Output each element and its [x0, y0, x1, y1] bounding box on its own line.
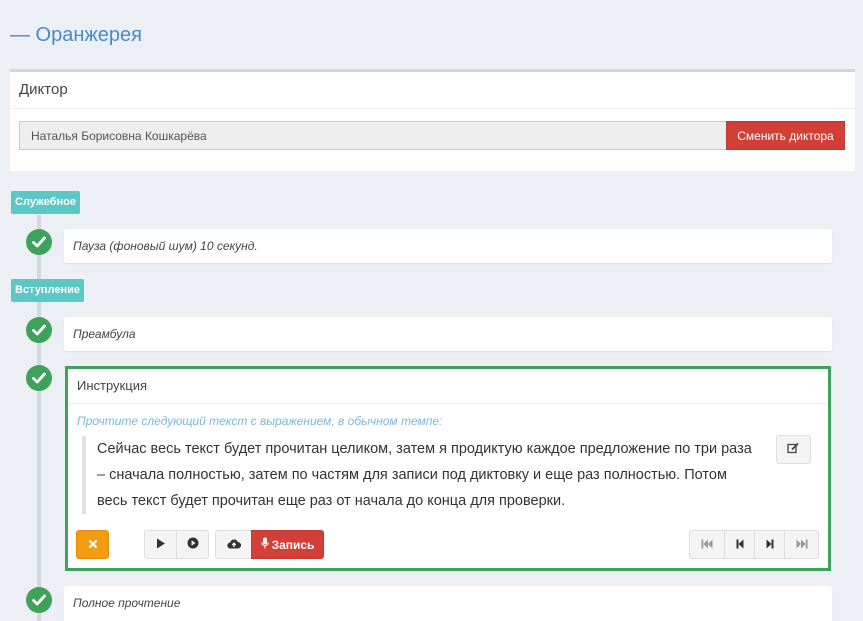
section-label-intro: Вступление [11, 279, 84, 302]
check-icon [26, 365, 52, 391]
microphone-icon [260, 537, 269, 552]
next-button[interactable] [754, 530, 785, 559]
check-icon [26, 229, 52, 255]
dictor-name-field[interactable] [19, 121, 726, 150]
fast-forward-icon [796, 536, 808, 554]
check-icon [26, 587, 52, 613]
dictor-heading: Диктор [10, 72, 855, 109]
upload-button[interactable] [215, 530, 252, 559]
play-circle-button[interactable] [176, 530, 209, 559]
timeline-item-pause[interactable]: Пауза (фоновый шум) 10 секунд. [64, 229, 832, 263]
check-icon [26, 317, 52, 343]
section-label-service: Служебное [11, 191, 80, 214]
play-icon [156, 536, 166, 554]
record-button[interactable]: Запись [251, 530, 324, 559]
change-dictor-button[interactable]: Сменить диктора [726, 121, 845, 150]
timeline-item-full-reading[interactable]: Полное прочтение [64, 586, 832, 621]
record-label: Запись [271, 537, 315, 552]
active-item-card: Инструкция Прочтите следующий текст с вы… [65, 366, 831, 571]
first-button[interactable] [689, 530, 725, 559]
navigation-group [689, 530, 819, 559]
cancel-button[interactable] [76, 530, 109, 559]
times-icon [88, 536, 98, 554]
dictor-row: Сменить диктора [19, 121, 845, 150]
last-button[interactable] [784, 530, 819, 559]
step-backward-icon [736, 536, 744, 554]
active-item-heading: Инструкция [68, 369, 828, 404]
fast-backward-icon [701, 536, 713, 554]
step-forward-icon [766, 536, 774, 554]
dictation-text: Сейчас весь текст будет прочитан целиком… [82, 436, 752, 514]
play-circle-icon [187, 536, 199, 554]
play-button[interactable] [144, 530, 177, 559]
playback-group [144, 530, 209, 559]
instruction-hint: Прочтите следующий текст с выражением, в… [77, 414, 443, 428]
page-title[interactable]: — Оранжерея [10, 24, 142, 47]
edit-icon [787, 441, 800, 459]
edit-button[interactable] [776, 435, 811, 464]
record-group: Запись [215, 530, 324, 559]
timeline-item-preamble[interactable]: Преамбула [64, 317, 832, 351]
timeline-line [37, 215, 41, 621]
cloud-upload-icon [226, 536, 241, 554]
dictor-panel: Диктор Сменить диктора [10, 69, 855, 171]
prev-button[interactable] [724, 530, 755, 559]
